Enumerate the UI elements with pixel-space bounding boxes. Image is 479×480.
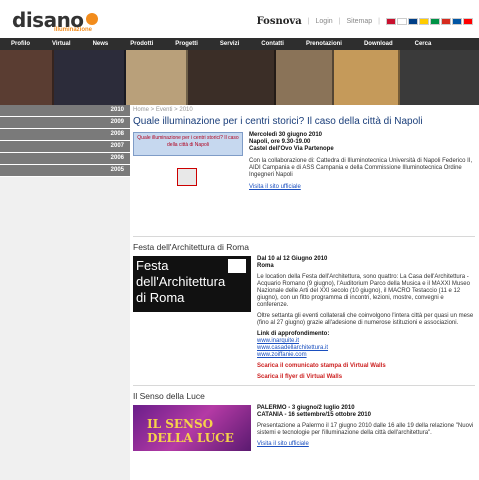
logo-subtitle: illuminazione bbox=[54, 27, 93, 33]
nav-item-servizi[interactable]: Servizi bbox=[209, 41, 250, 47]
header-banner-image bbox=[0, 50, 479, 105]
event1-thumb-text: Quale illuminazione per i centri storici… bbox=[133, 132, 243, 156]
event2-date: Dal 10 al 12 Giugno 2010 bbox=[257, 256, 328, 262]
event2-links-title: Link di approfondimento: bbox=[257, 331, 330, 337]
event3-info: PALERMO - 3 giugno/2 luglio 2010 CATANIA… bbox=[257, 405, 475, 451]
event1-date: Mercoledì 30 giugno 2010 bbox=[249, 132, 323, 138]
flag-icon[interactable] bbox=[397, 18, 407, 25]
event2-thumbnail[interactable]: Festa dell'Architettura di Roma bbox=[133, 256, 251, 312]
event3-thumbnail[interactable]: IL SENSO DELLA LUCE bbox=[133, 405, 251, 451]
main-nav: Profilo Virtual News Prodotti Progetti S… bbox=[0, 38, 479, 50]
event2-download-press[interactable]: Scarica il comunicato stampa di Virtual … bbox=[257, 363, 386, 369]
event1-collab: Con la collaborazione di: Cattedra di Il… bbox=[249, 158, 473, 178]
event2-thumb-line1: Festa bbox=[136, 258, 169, 273]
event2-block: Festa dell'Architettura di Roma Dal 10 a… bbox=[133, 256, 475, 381]
event3-date2: CATANIA - 16 settembre/15 ottobre 2010 bbox=[257, 412, 371, 418]
sidebar-year-2005[interactable]: 2005 bbox=[0, 165, 130, 177]
event2-body1: Le location della Festa dell'Architettur… bbox=[257, 274, 470, 308]
sidebar-year-2009[interactable]: 2009 bbox=[0, 117, 130, 129]
nav-item-prodotti[interactable]: Prodotti bbox=[119, 41, 164, 47]
divider bbox=[133, 385, 475, 386]
event2-title[interactable]: Festa dell'Architettura di Roma bbox=[133, 242, 475, 252]
sidebar-year-2007[interactable]: 2007 bbox=[0, 141, 130, 153]
divider bbox=[133, 236, 475, 237]
sidebar-year-2008[interactable]: 2008 bbox=[0, 129, 130, 141]
event3-block: IL SENSO DELLA LUCE PALERMO - 3 giugno/2… bbox=[133, 405, 475, 451]
event2-place: Roma bbox=[257, 263, 274, 269]
event1-place: Napoli, ore 9.30-19.00 bbox=[249, 139, 311, 145]
top-right-bar: Fosnova | Login | Sitemap | bbox=[257, 16, 473, 27]
event1-block: Quale illuminazione per i centri storici… bbox=[133, 132, 475, 232]
flag-icon[interactable] bbox=[430, 18, 440, 25]
fosnova-brand[interactable]: Fosnova bbox=[257, 16, 302, 27]
sidebar-year-2010[interactable]: 2010 bbox=[0, 105, 130, 117]
nav-item-profilo[interactable]: Profilo bbox=[0, 41, 41, 47]
header: disano illuminazione Fosnova | Login | S… bbox=[0, 0, 479, 38]
event1-logo-icon bbox=[177, 168, 197, 186]
logo-dot-icon bbox=[85, 13, 98, 25]
event3-date1: PALERMO - 3 giugno/2 luglio 2010 bbox=[257, 405, 355, 411]
flag-icon[interactable] bbox=[386, 18, 396, 25]
event3-body: Presentazione a Palermo il 17 giugno 201… bbox=[257, 423, 474, 436]
nav-item-download[interactable]: Download bbox=[353, 41, 404, 47]
event2-download-flyer[interactable]: Scarica il flyer di Virtual Walls bbox=[257, 374, 342, 380]
sidebar: 2010 2009 2008 2007 2006 2005 bbox=[0, 105, 130, 480]
event1-title[interactable]: Quale illuminazione per i centri storici… bbox=[133, 116, 475, 127]
flag-icon[interactable] bbox=[463, 18, 473, 25]
nav-item-cerca[interactable]: Cerca bbox=[404, 41, 443, 47]
event1-official-link[interactable]: Visita il sito ufficiale bbox=[249, 184, 301, 190]
event2-info: Dal 10 al 12 Giugno 2010 Roma Le locatio… bbox=[257, 256, 475, 381]
nav-item-prenotazioni[interactable]: Prenotazioni bbox=[295, 41, 353, 47]
event2-link-2[interactable]: www.casadellarchitettura.it bbox=[257, 345, 328, 351]
main-content: Home > Eventi > 2010 Quale illuminazione… bbox=[133, 105, 475, 480]
event2-link-1[interactable]: www.inarquite.it bbox=[257, 338, 299, 344]
event3-thumb-text: IL SENSO DELLA LUCE bbox=[147, 417, 234, 445]
nav-item-progetti[interactable]: Progetti bbox=[164, 41, 209, 47]
nav-item-news[interactable]: News bbox=[82, 41, 120, 47]
sidebar-year-2006[interactable]: 2006 bbox=[0, 153, 130, 165]
event1-venue: Castel dell'Ovo Via Partenope bbox=[249, 146, 334, 152]
flag-icon[interactable] bbox=[452, 18, 462, 25]
sitemap-link[interactable]: Sitemap bbox=[346, 18, 372, 25]
event3-official-link[interactable]: Visita il sito ufficiale bbox=[257, 441, 309, 447]
flag-icon[interactable] bbox=[441, 18, 451, 25]
language-flags bbox=[386, 18, 473, 25]
event2-thumb-line3: di Roma bbox=[136, 290, 185, 305]
nav-item-contatti[interactable]: Contatti bbox=[250, 41, 295, 47]
flag-icon[interactable] bbox=[408, 18, 418, 25]
event3-title[interactable]: Il Senso della Luce bbox=[133, 391, 475, 401]
event2-link-3[interactable]: www.zoiffanie.com bbox=[257, 352, 307, 358]
event1-thumbnail[interactable]: Quale illuminazione per i centri storici… bbox=[133, 132, 243, 232]
event2-body2: Oltre settanta gli eventi collaterali ch… bbox=[257, 313, 474, 326]
event2-badge-icon bbox=[228, 259, 246, 273]
flag-icon[interactable] bbox=[419, 18, 429, 25]
breadcrumb[interactable]: Home > Eventi > 2010 bbox=[133, 107, 475, 113]
event2-thumb-line2: dell'Architettura bbox=[136, 274, 226, 289]
nav-item-virtual[interactable]: Virtual bbox=[41, 41, 82, 47]
event1-info: Mercoledì 30 giugno 2010 Napoli, ore 9.3… bbox=[249, 132, 475, 232]
login-link[interactable]: Login bbox=[316, 18, 333, 25]
